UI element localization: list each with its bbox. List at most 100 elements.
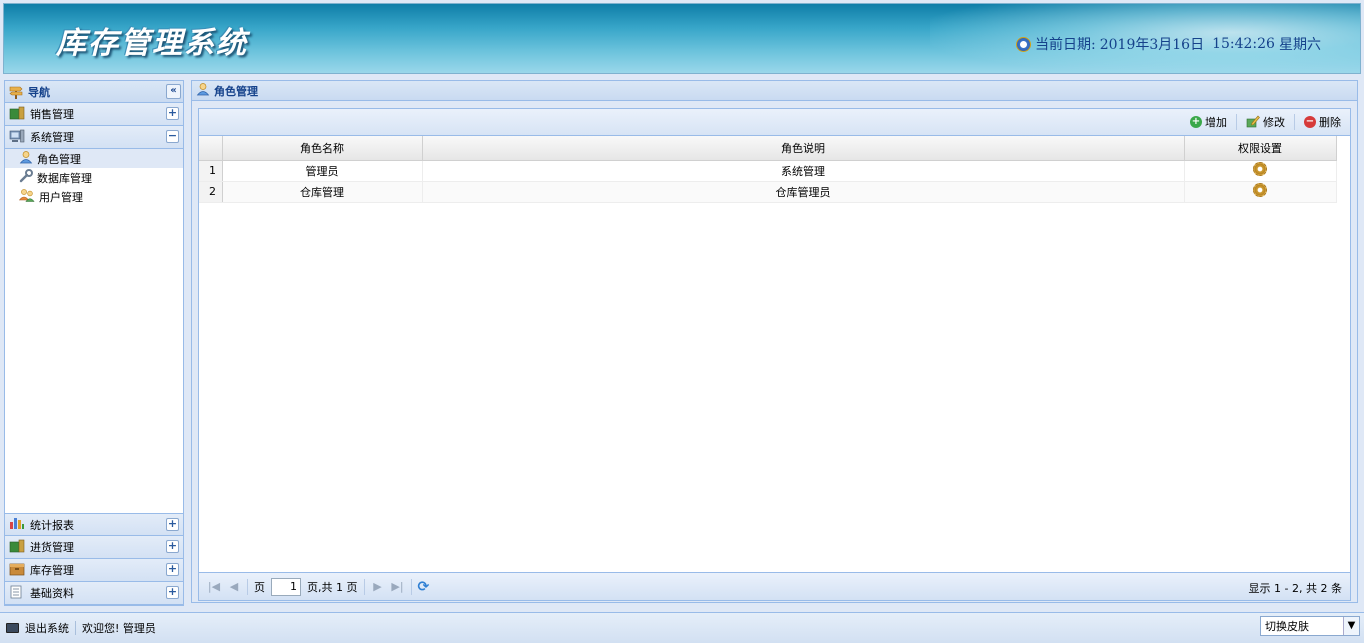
- nav-section-label: 销售管理: [30, 108, 74, 121]
- gear-icon[interactable]: [1253, 162, 1267, 176]
- edit-button[interactable]: 修改: [1243, 114, 1288, 131]
- skin-select-value: 切换皮肤: [1265, 620, 1309, 633]
- add-icon: +: [1190, 116, 1202, 128]
- time-value: 15:42:26: [1212, 36, 1275, 52]
- signpost-icon: [9, 85, 24, 99]
- first-page-icon[interactable]: |◀: [207, 580, 221, 593]
- pager-separator: [363, 578, 365, 595]
- role-name-cell: 管理员: [222, 160, 423, 182]
- role-management-panel: 角色管理 + 增加 修改 − 删除 角色名称 角色说明 权限设置 1 管理员 系…: [191, 80, 1358, 603]
- table-row[interactable]: 1 管理员 系统管理: [199, 160, 1337, 182]
- nav-item-label: 角色管理: [37, 152, 81, 166]
- date-label: 当前日期:: [1035, 37, 1096, 53]
- role-grid: + 增加 修改 − 删除 角色名称 角色说明 权限设置 1 管理员 系统管理 2…: [198, 108, 1351, 601]
- app-header: 库存管理系统 当前日期: 2019年3月16日 15:42:26 星期六: [3, 3, 1361, 74]
- pagination-bar: |◀ ◀ 页 1 页,共 1 页 ▶ ▶| ⟳ 显示 1 - 2, 共 2 条: [199, 572, 1350, 600]
- users-icon: [18, 188, 35, 205]
- expand-icon[interactable]: +: [166, 586, 179, 599]
- nav-collapse-button[interactable]: «: [166, 84, 181, 99]
- main-tab-header: 角色管理: [192, 81, 1357, 101]
- role-table: 角色名称 角色说明 权限设置 1 管理员 系统管理 2 仓库管理 仓库管理员: [199, 136, 1337, 203]
- nav-section-basic-data[interactable]: 基础资料 +: [5, 582, 183, 605]
- last-page-icon[interactable]: ▶|: [391, 580, 405, 593]
- expand-icon[interactable]: +: [166, 540, 179, 553]
- expand-icon[interactable]: +: [166, 107, 179, 120]
- nav-section-label: 系统管理: [30, 131, 74, 144]
- status-separator: [75, 621, 76, 635]
- nav-section-label: 统计报表: [30, 518, 74, 532]
- user-icon: [19, 150, 33, 167]
- delete-button[interactable]: − 删除: [1301, 114, 1344, 130]
- nav-section-label: 进货管理: [30, 541, 74, 554]
- add-label: 增加: [1205, 116, 1227, 129]
- box-icon: [9, 562, 25, 579]
- pager-separator: [247, 578, 248, 595]
- logout-link[interactable]: 退出系统: [25, 620, 69, 636]
- edit-icon: [1246, 114, 1260, 131]
- expand-icon[interactable]: +: [166, 563, 179, 576]
- welcome-text: 欢迎您! 管理员: [82, 622, 156, 635]
- nav-header: 导航 «: [5, 81, 183, 103]
- sales-icon: [9, 106, 25, 123]
- total-pages-label: 页,共 1 页: [307, 580, 358, 594]
- nav-section-purchase[interactable]: 进货管理 +: [5, 536, 183, 559]
- status-bar: 退出系统 欢迎您! 管理员 切换皮肤 ▼: [0, 612, 1364, 643]
- nav-item-role-management[interactable]: 角色管理: [5, 149, 183, 168]
- wrench-icon: [19, 169, 33, 186]
- role-name-cell: 仓库管理: [222, 181, 423, 203]
- toolbar-separator: [1236, 114, 1237, 130]
- column-header-role-description[interactable]: 角色说明: [422, 136, 1185, 161]
- refresh-icon[interactable]: ⟳: [418, 579, 430, 595]
- expand-icon[interactable]: +: [166, 518, 179, 531]
- grid-toolbar: + 增加 修改 − 删除: [199, 109, 1350, 136]
- bar-chart-icon: [9, 516, 25, 533]
- nav-bottom-sections: 统计报表 + 进货管理 + 库存管理 + 基础资料 +: [5, 513, 183, 605]
- nav-section-reports[interactable]: 统计报表 +: [5, 513, 183, 536]
- nav-item-label: 用户管理: [39, 190, 83, 204]
- user-icon: [196, 82, 210, 99]
- app-title: 库存管理系统: [56, 26, 248, 61]
- purchase-icon: [9, 539, 25, 556]
- pager-info: 显示 1 - 2, 共 2 条: [1248, 582, 1342, 595]
- delete-label: 删除: [1319, 116, 1341, 129]
- nav-title: 导航: [28, 85, 50, 99]
- current-date: 当前日期: 2019年3月16日 15:42:26 星期六: [1016, 34, 1321, 54]
- chevron-down-icon[interactable]: ▼: [1343, 617, 1359, 635]
- column-header-permissions[interactable]: 权限设置: [1184, 136, 1337, 161]
- delete-icon: −: [1304, 116, 1316, 128]
- role-description-cell: 系统管理: [422, 160, 1185, 182]
- page-number-input[interactable]: 1: [271, 577, 301, 596]
- role-description-cell: 仓库管理员: [422, 181, 1185, 203]
- row-number-header: [199, 136, 223, 161]
- collapse-icon[interactable]: −: [166, 130, 179, 143]
- weekday: 星期六: [1278, 37, 1321, 53]
- table-header-row: 角色名称 角色说明 权限设置: [199, 136, 1337, 161]
- toolbar-separator: [1294, 114, 1295, 130]
- table-row[interactable]: 2 仓库管理 仓库管理员: [199, 181, 1337, 203]
- nav-section-system[interactable]: 系统管理 −: [5, 126, 183, 149]
- next-page-icon[interactable]: ▶: [371, 580, 385, 593]
- permission-settings-cell: [1184, 181, 1337, 203]
- clock-icon: [1016, 36, 1031, 52]
- nav-section-inventory[interactable]: 库存管理 +: [5, 559, 183, 582]
- skin-select[interactable]: 切换皮肤 ▼: [1260, 616, 1360, 636]
- row-number: 2: [199, 181, 223, 203]
- page-label: 页: [254, 580, 265, 594]
- nav-section-label: 库存管理: [30, 564, 74, 577]
- computer-icon: [9, 129, 25, 146]
- permission-settings-cell: [1184, 160, 1337, 182]
- column-header-role-name[interactable]: 角色名称: [222, 136, 423, 161]
- add-button[interactable]: + 增加: [1187, 114, 1230, 130]
- nav-section-sales[interactable]: 销售管理 +: [5, 103, 183, 126]
- monitor-icon: [6, 623, 19, 633]
- nav-section-label: 基础资料: [30, 587, 74, 600]
- pager-separator: [410, 578, 412, 595]
- system-submenu: 角色管理 数据库管理 用户管理: [5, 149, 183, 206]
- main-tab-title: 角色管理: [214, 84, 258, 98]
- nav-item-database-management[interactable]: 数据库管理: [5, 168, 183, 187]
- nav-item-user-management[interactable]: 用户管理: [5, 187, 183, 206]
- date-value: 2019年3月16日: [1099, 37, 1205, 53]
- gear-icon[interactable]: [1253, 183, 1267, 197]
- row-number: 1: [199, 160, 223, 182]
- prev-page-icon[interactable]: ◀: [227, 580, 241, 593]
